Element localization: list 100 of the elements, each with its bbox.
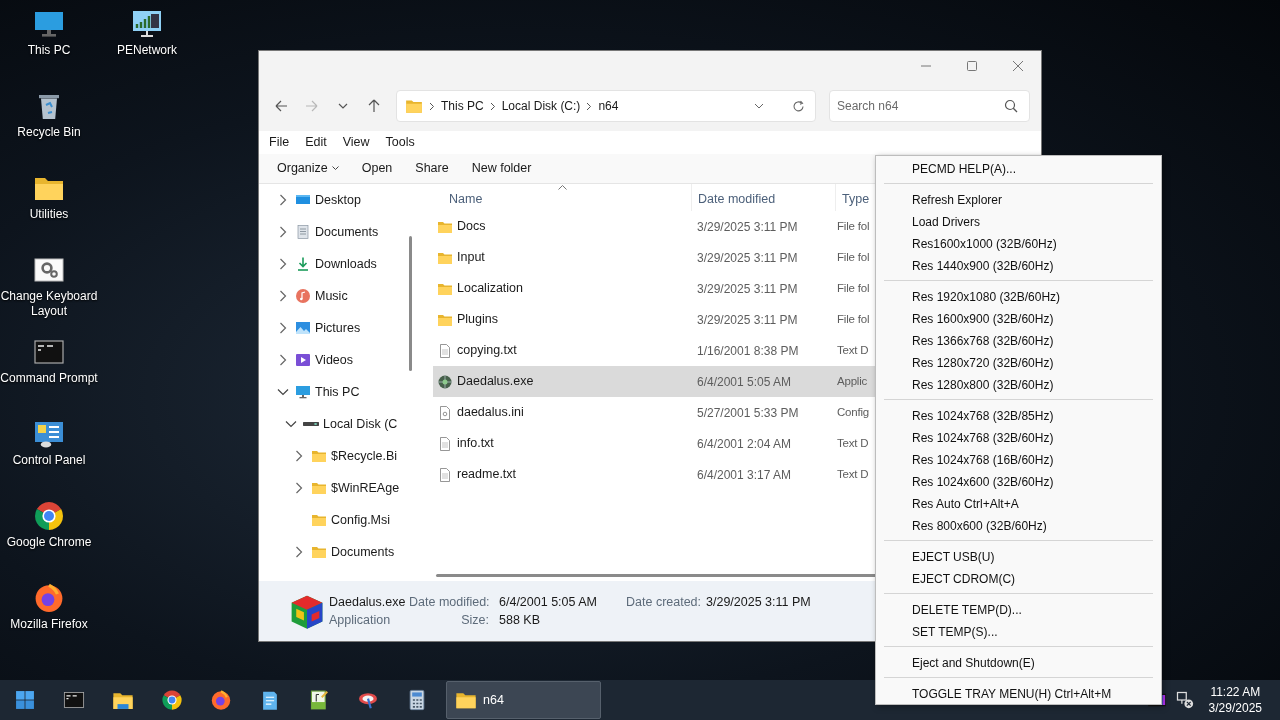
file-type: Applic <box>836 375 868 388</box>
menu-item[interactable]: Res 1600x900 (32B/60Hz) <box>876 307 1161 329</box>
tree-item[interactable]: $WinREAge <box>259 472 405 504</box>
chevron-right-icon <box>489 101 496 111</box>
date-modified: 1/16/2001 8:38 PM <box>696 343 799 358</box>
search-field[interactable]: Search n64 <box>829 90 1030 122</box>
file-name: copying.txt <box>457 342 517 360</box>
file-name: Docs <box>457 218 486 236</box>
desktop-icon-label[interactable]: Control Panel <box>12 453 86 468</box>
menu-item[interactable]: PECMD HELP(A)... <box>876 157 1161 179</box>
vertical-scrollbar[interactable] <box>409 236 412 371</box>
file-name: Input <box>457 249 485 267</box>
breadcrumb-item[interactable]: n64 <box>598 97 619 115</box>
tree-item[interactable]: Desktop <box>259 184 405 216</box>
menu-item[interactable]: Eject and Shutdown(E) <box>876 651 1161 673</box>
folder-icon <box>311 544 327 560</box>
up-arrow-icon <box>366 99 381 113</box>
folder-icon <box>311 448 327 464</box>
folder-icon <box>311 480 327 496</box>
menu-item[interactable]: EJECT CDROM(C) <box>876 567 1161 589</box>
address-bar[interactable]: This PC Local Disk (C:) n64 <box>396 90 816 122</box>
property-value: 588 KB <box>499 612 540 629</box>
desktop-icon-label[interactable]: Command Prompt <box>0 371 98 386</box>
toolbar-button[interactable]: Organize <box>269 159 354 178</box>
tree-item[interactable]: Documents <box>259 216 405 248</box>
refresh-icon[interactable] <box>792 99 805 113</box>
settings-file-icon <box>437 404 453 421</box>
tree-item[interactable]: Config.Msi <box>259 504 405 536</box>
desktop-icon-label[interactable]: Utilities <box>29 207 69 222</box>
menu-item[interactable]: Res 1366x768 (32B/60Hz) <box>876 329 1161 351</box>
tree-item[interactable]: $Recycle.Bi <box>259 440 405 472</box>
tree-item[interactable]: Pictures <box>259 312 405 344</box>
taskbar-window-button[interactable]: n64 <box>446 681 601 719</box>
date-modified: 3/29/2025 3:11 PM <box>696 281 798 296</box>
menu-item[interactable]: Res1600x1000 (32B/60Hz) <box>876 232 1161 254</box>
date-modified: 6/4/2001 3:17 AM <box>696 467 792 482</box>
menu-item[interactable]: DELETE TEMP(D)... <box>876 598 1161 620</box>
menu-item[interactable]: View <box>334 133 378 152</box>
menu-item[interactable]: EJECT USB(U) <box>876 545 1161 567</box>
menu-item[interactable]: File <box>261 133 298 152</box>
network-disconnected-icon[interactable] <box>1174 690 1195 710</box>
dropdown-caret-icon[interactable] <box>754 103 764 109</box>
menu-item[interactable]: Res 1024x768 (32B/85Hz) <box>876 404 1161 426</box>
menu-item[interactable]: Res 1920x1080 (32B/60Hz) <box>876 285 1161 307</box>
back-arrow-icon <box>273 99 288 113</box>
menu-item[interactable]: SET TEMP(S)... <box>876 620 1161 642</box>
menu-item[interactable]: TOGGLE TRAY MENU(H) Ctrl+Alt+M <box>876 682 1161 704</box>
menu-item[interactable]: Res 1440x900 (32B/60Hz) <box>876 254 1161 276</box>
tree-item[interactable]: Videos <box>259 344 405 376</box>
menu-item[interactable]: Tools <box>377 133 423 152</box>
network-monitor-icon[interactable] <box>131 8 163 40</box>
menu-item[interactable]: Res 1024x768 (16B/60Hz) <box>876 448 1161 470</box>
clock-date[interactable]: 3/29/2025 <box>1208 700 1262 716</box>
desktop-icon-label[interactable]: This PC <box>27 43 71 58</box>
tree-item[interactable]: Downloads <box>259 248 405 280</box>
column-header[interactable]: Name <box>433 184 691 211</box>
toolbar-button[interactable]: Open <box>353 159 408 178</box>
breadcrumb-item[interactable]: This PC <box>441 97 484 115</box>
file-name: info.txt <box>457 435 494 453</box>
menu-item[interactable]: Load Drivers <box>876 210 1161 232</box>
menu-item[interactable]: Edit <box>297 133 335 152</box>
folder-icon <box>311 512 327 528</box>
toolbar-button[interactable]: Share <box>407 159 464 178</box>
desktop-icon-label[interactable]: Recycle Bin <box>17 125 81 140</box>
menu-item[interactable]: Res 800x600 (32B/60Hz) <box>876 514 1161 536</box>
desktop-icon-label[interactable]: Google Chrome <box>6 535 92 550</box>
chevron-right-icon <box>429 101 435 111</box>
browser-icon <box>160 689 183 711</box>
file-type: Text D <box>836 344 869 357</box>
menu-item[interactable]: Refresh Explorer <box>876 188 1161 210</box>
chevron-right-icon <box>586 101 593 111</box>
browser-icon[interactable] <box>33 582 65 614</box>
desktop-icon-label[interactable]: Change Keyboard Layout <box>0 289 98 319</box>
date-modified: 5/27/2001 5:33 PM <box>696 405 799 420</box>
browser-icon[interactable] <box>33 500 65 532</box>
file-type: Config <box>836 406 870 419</box>
music-icon <box>295 288 311 304</box>
toolbar-button[interactable]: New folder <box>463 159 547 178</box>
breadcrumb-item[interactable]: Local Disk (C:) <box>501 97 581 115</box>
menu-item[interactable]: Res Auto Ctrl+Alt+A <box>876 492 1161 514</box>
desktop-icon-label[interactable]: Mozilla Firefox <box>10 617 88 632</box>
tree-item[interactable]: Music <box>259 280 405 312</box>
menu-item[interactable]: Res 1024x600 (32B/60Hz) <box>876 470 1161 492</box>
tree-item[interactable]: Local Disk (C <box>259 408 405 440</box>
menu-item[interactable]: Res 1024x768 (32B/60Hz) <box>876 426 1161 448</box>
column-header[interactable]: Date modified <box>691 184 835 211</box>
desktop-icon-label[interactable]: PENetwork <box>117 43 177 58</box>
tree-item[interactable]: This PC <box>259 376 405 408</box>
file-type: Text D <box>836 437 869 450</box>
folder-icon <box>405 97 423 115</box>
file-name: readme.txt <box>457 466 517 484</box>
file-name: daedalus.ini <box>457 404 524 422</box>
date-modified: 3/29/2025 3:11 PM <box>696 250 798 265</box>
tree-item[interactable]: Documents <box>259 536 405 568</box>
file-name: Daedalus.exe <box>457 373 534 391</box>
terminal-icon <box>62 689 85 711</box>
clock-time[interactable]: 11:22 AM <box>1208 684 1262 700</box>
file-type: File fol <box>836 251 870 264</box>
maximize-icon <box>967 61 977 71</box>
caret-icon <box>331 166 339 171</box>
